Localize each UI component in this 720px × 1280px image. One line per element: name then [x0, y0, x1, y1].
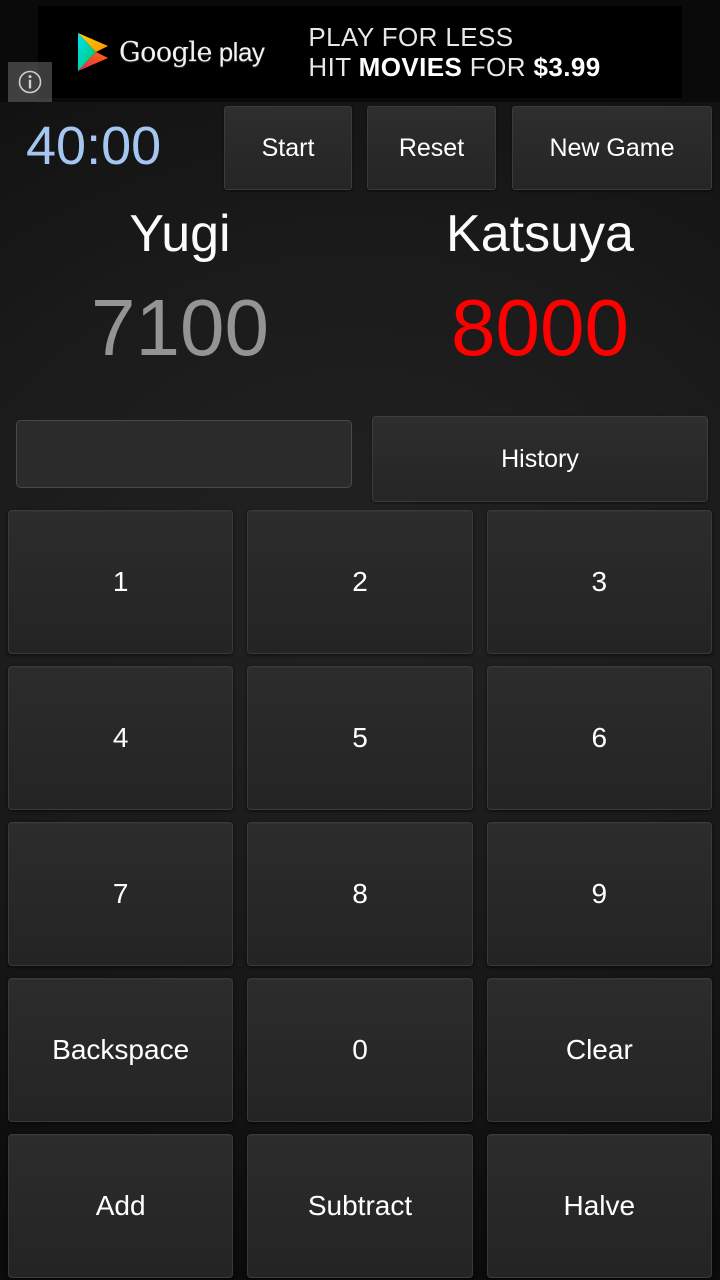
- google-play-wordmark: Google play: [119, 36, 265, 68]
- numeric-keypad: 1 2 3 4 5 6 7 8 9 Backspace 0 Clear Add Subtract Halve: [8, 510, 712, 1278]
- key-3[interactable]: 3: [486, 510, 712, 654]
- key-halve[interactable]: Halve: [486, 1134, 712, 1278]
- start-button[interactable]: Start: [224, 106, 352, 190]
- ad-line-1: PLAY FOR LESS: [308, 21, 514, 52]
- key-2[interactable]: 2: [247, 510, 473, 654]
- player-1-score[interactable]: 7100: [0, 272, 360, 384]
- player-2-name[interactable]: Katsuya: [360, 196, 720, 272]
- google-play-logo: Google play: [76, 32, 265, 72]
- ad-info-icon[interactable]: [8, 62, 52, 102]
- players-row: Yugi 7100 Katsuya 8000: [0, 196, 720, 396]
- key-9[interactable]: 9: [486, 822, 712, 966]
- player-panel-1[interactable]: Yugi 7100: [0, 196, 360, 384]
- player-1-name[interactable]: Yugi: [0, 196, 360, 272]
- key-subtract[interactable]: Subtract: [247, 1134, 473, 1278]
- key-6[interactable]: 6: [486, 666, 712, 810]
- player-2-score[interactable]: 8000: [360, 272, 720, 384]
- input-row: History: [0, 410, 720, 502]
- new-game-button[interactable]: New Game: [512, 106, 712, 190]
- key-4[interactable]: 4: [8, 666, 234, 810]
- key-1[interactable]: 1: [8, 510, 234, 654]
- history-button[interactable]: History: [372, 416, 708, 502]
- life-point-calculator-screen: Google play PLAY FOR LESS HIT MOVIES FOR…: [0, 0, 720, 1280]
- key-backspace[interactable]: Backspace: [8, 978, 234, 1122]
- key-clear[interactable]: Clear: [486, 978, 712, 1122]
- player-panel-2[interactable]: Katsuya 8000: [360, 196, 720, 384]
- key-8[interactable]: 8: [247, 822, 473, 966]
- reset-button[interactable]: Reset: [367, 106, 496, 190]
- key-7[interactable]: 7: [8, 822, 234, 966]
- ad-line-2: HIT MOVIES FOR $3.99: [308, 52, 601, 82]
- key-0[interactable]: 0: [247, 978, 473, 1122]
- google-play-triangle-icon: [76, 32, 110, 72]
- google-play-ad-banner[interactable]: Google play PLAY FOR LESS HIT MOVIES FOR…: [38, 6, 682, 98]
- key-add[interactable]: Add: [8, 1134, 234, 1278]
- ad-copy: PLAY FOR LESS HIT MOVIES FOR $3.99: [308, 22, 600, 83]
- timer-display[interactable]: 40:00: [26, 115, 161, 177]
- ad-banner-container: Google play PLAY FOR LESS HIT MOVIES FOR…: [0, 0, 720, 102]
- amount-input[interactable]: [16, 420, 352, 488]
- key-5[interactable]: 5: [247, 666, 473, 810]
